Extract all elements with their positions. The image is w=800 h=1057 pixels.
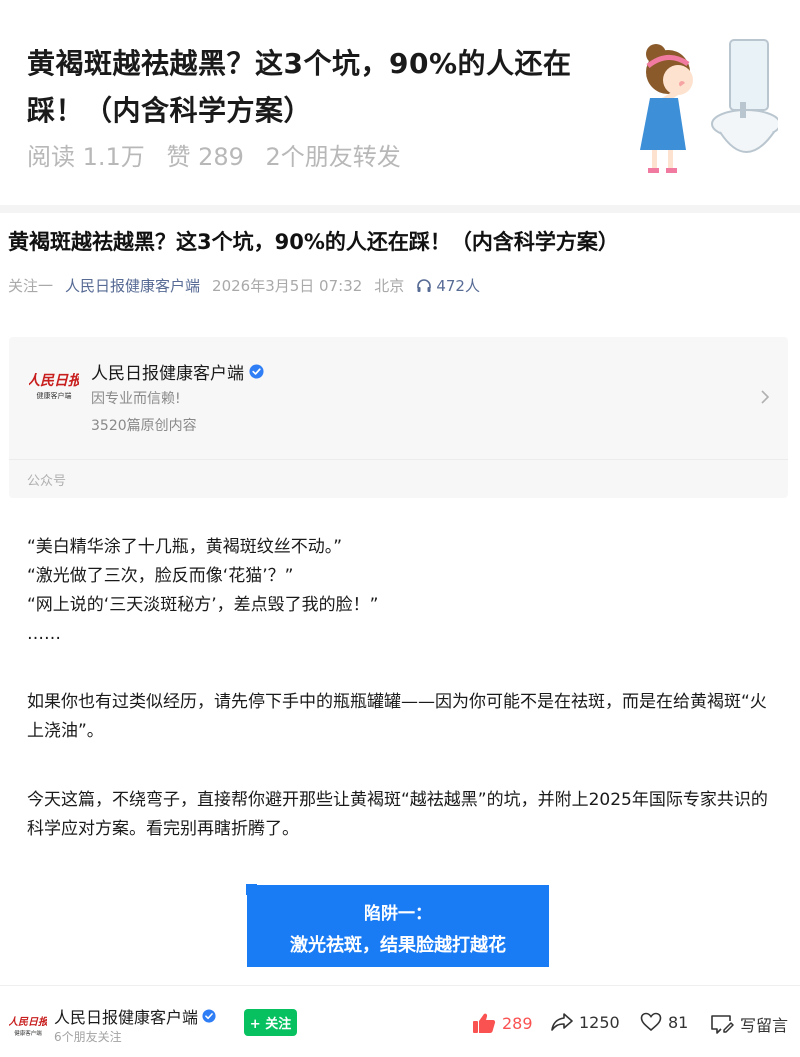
headphones-icon: [417, 278, 432, 292]
follow-prefix[interactable]: 关注一: [8, 275, 53, 296]
follow-button[interactable]: + 关注: [244, 1009, 297, 1036]
svg-text:人民日报: 人民日报: [9, 1016, 47, 1028]
share-button[interactable]: 1250: [551, 1012, 620, 1032]
banner-heading: 陷阱一：: [364, 904, 432, 924]
share-card-title: 黄褐斑越祛越黑？这3个坑，90%的人还在踩！（内含科学方案）: [27, 47, 572, 127]
share-card-meta: 阅读 1.1万 赞 289 2个朋友转发: [27, 137, 415, 172]
banner-corner-mark: [243, 881, 257, 895]
share-arrow-icon: [551, 1013, 573, 1031]
friends-shared-text: 2个朋友转发: [265, 143, 401, 171]
body-paragraph: 今天这篇，不绕弯子，直接帮你避开那些让黄褐斑“越祛越黑”的坑，并附上2025年国…: [27, 790, 768, 839]
quote-line: “激光做了三次，脸反而像‘花猫’？”: [27, 566, 294, 586]
account-logo: 人民日报 健康客户端: [29, 372, 79, 400]
quote-ellipsis: ……: [27, 624, 61, 644]
intro-quotes: “美白精华涂了十几瓶，黄褐斑纹丝不动。” “激光做了三次，脸反而像‘花猫’？” …: [27, 533, 775, 649]
author-link[interactable]: 人民日报健康客户端: [65, 275, 200, 296]
read-count: 阅读 1.1万: [27, 143, 145, 171]
account-name-text: 人民日报健康客户端: [91, 364, 244, 384]
banner-subheading: 激光祛斑，结果脸越打越花: [290, 935, 506, 956]
quote-line: “美白精华涂了十几瓶，黄褐斑纹丝不动。”: [27, 537, 343, 557]
section-divider: [0, 205, 800, 213]
share-card[interactable]: 黄褐斑越祛越黑？这3个坑，90%的人还在踩！（内含科学方案） 阅读 1.1万 赞…: [0, 0, 800, 205]
like-count-text: 赞 289: [166, 143, 244, 171]
original-content-count: 3520篇原创内容: [91, 418, 197, 434]
svg-text:健康客户端: 健康客户端: [37, 391, 72, 400]
bottom-action-bar: 人民日报 健康客户端 人民日报健康客户端 6个朋友关注 + 关注 289 125…: [0, 985, 800, 1057]
account-name: 人民日报健康客户端: [91, 359, 264, 384]
share-count: 1250: [579, 1012, 620, 1032]
account-logo-small[interactable]: 人民日报 健康客户端: [9, 1012, 47, 1038]
verified-icon: [202, 1009, 216, 1023]
comment-edit-icon: [711, 1015, 734, 1034]
account-card-divider: [9, 459, 788, 460]
account-type-label: 公众号: [27, 474, 67, 489]
listener-count: 472人: [436, 277, 480, 295]
bottom-account-name[interactable]: 人民日报健康客户端: [54, 1004, 216, 1028]
heart-icon: [640, 1012, 662, 1032]
favorite-count: 81: [668, 1012, 689, 1032]
body-paragraph: 如果你也有过类似经历，请先停下手中的瓶瓶罐罐——因为你可能不是在祛斑，而是在给黄…: [27, 692, 767, 741]
bottom-account-name-text: 人民日报健康客户端: [54, 1008, 199, 1027]
publish-location: 北京: [374, 277, 405, 295]
like-count: 289: [502, 1013, 533, 1033]
friends-follow-count: 6个朋友关注: [54, 1030, 122, 1044]
trap-one-banner: 陷阱一： 激光祛斑，结果脸越打越花: [243, 881, 549, 967]
quote-line: “网上说的‘三天淡斑秘方’，差点毁了我的脸！”: [27, 595, 379, 615]
chevron-right-icon[interactable]: [760, 389, 770, 405]
cover-thumbnail: [628, 32, 778, 177]
favorite-button[interactable]: 81: [640, 1012, 688, 1032]
like-button[interactable]: 289: [472, 1012, 533, 1034]
thumbs-up-icon: [473, 1013, 496, 1033]
account-card[interactable]: 人民日报 健康客户端 人民日报健康客户端 因专业而信赖! 3520篇原创内容 公…: [9, 337, 788, 498]
article-title: 黄褐斑越祛越黑？这3个坑，90%的人还在踩！（内含科学方案）: [8, 230, 619, 254]
svg-text:健康客户端: 健康客户端: [14, 1029, 42, 1037]
write-comment-button[interactable]: 写留言: [710, 1012, 788, 1036]
article-meta: 关注一 人民日报健康客户端 2026年3月5日 07:32 北京 472人: [8, 275, 480, 296]
publish-datetime: 2026年3月5日 07:32: [212, 277, 363, 295]
svg-text:人民日报: 人民日报: [29, 372, 79, 389]
account-slogan: 因专业而信赖!: [91, 391, 181, 407]
listen-button[interactable]: 472人: [416, 275, 480, 296]
verified-icon: [249, 364, 264, 379]
write-comment-label: 写留言: [740, 1016, 789, 1035]
